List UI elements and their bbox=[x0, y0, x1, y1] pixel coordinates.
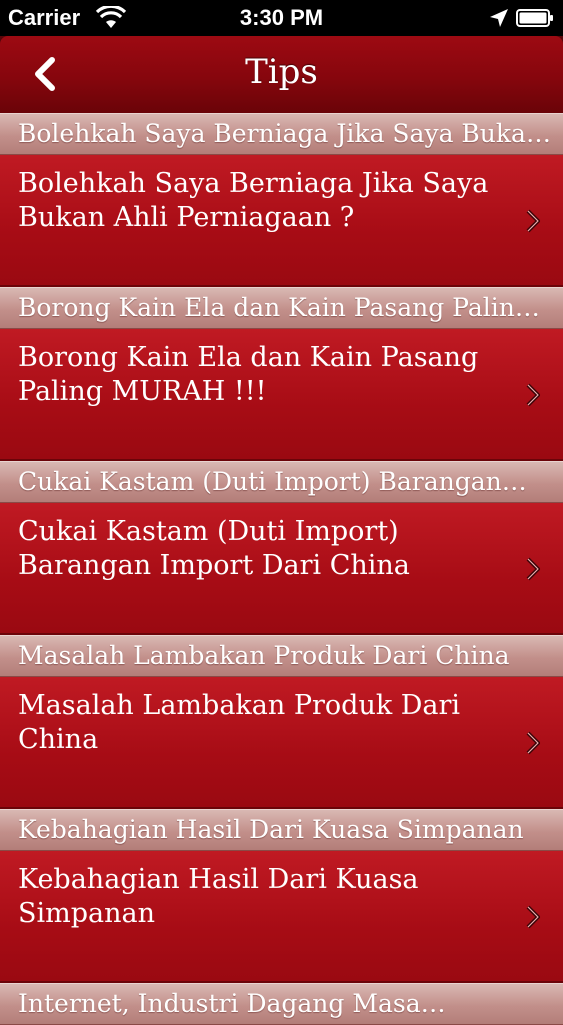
location-arrow-icon bbox=[490, 9, 508, 27]
list-item-label: Cukai Kastam (Duti Import) Barangan Impo… bbox=[18, 516, 410, 581]
status-bar: Carrier 3:30 PM bbox=[0, 0, 563, 36]
navigation-bar: Tips bbox=[0, 36, 563, 113]
section-header: Masalah Lambakan Produk Dari China bbox=[0, 635, 563, 677]
list-item-label: Bolehkah Saya Berniaga Jika Saya Bukan A… bbox=[18, 168, 489, 233]
list-item-label: Borong Kain Ela dan Kain Pasang Paling M… bbox=[18, 342, 479, 407]
list-item[interactable]: Bolehkah Saya Berniaga Jika Saya Bukan A… bbox=[0, 155, 563, 287]
section-header: Cukai Kastam (Duti Import) Barangan… bbox=[0, 461, 563, 503]
list-item-label: Masalah Lambakan Produk Dari China bbox=[18, 690, 461, 755]
list-item[interactable]: Masalah Lambakan Produk Dari China bbox=[0, 677, 563, 809]
chevron-right-icon bbox=[526, 731, 540, 755]
status-time: 3:30 PM bbox=[239, 5, 324, 30]
section-header: Borong Kain Ela dan Kain Pasang Palin… bbox=[0, 287, 563, 329]
chevron-right-icon bbox=[526, 209, 540, 233]
chevron-right-icon bbox=[526, 557, 540, 581]
section-header: Internet, Industri Dagang Masa… bbox=[0, 983, 563, 1025]
list-item[interactable]: Cukai Kastam (Duti Import) Barangan Impo… bbox=[0, 503, 563, 635]
chevron-right-icon bbox=[526, 905, 540, 929]
tips-list: Bolehkah Saya Berniaga Jika Saya Buka… B… bbox=[0, 113, 563, 1025]
chevron-right-icon bbox=[526, 383, 540, 407]
list-item[interactable]: Borong Kain Ela dan Kain Pasang Paling M… bbox=[0, 329, 563, 461]
section-header: Bolehkah Saya Berniaga Jika Saya Buka… bbox=[0, 113, 563, 155]
page-title: Tips bbox=[245, 52, 318, 92]
battery-icon bbox=[516, 9, 553, 27]
section-header: Kebahagian Hasil Dari Kuasa Simpanan bbox=[0, 809, 563, 851]
list-item-label: Kebahagian Hasil Dari Kuasa Simpanan bbox=[18, 864, 419, 929]
list-item[interactable]: Kebahagian Hasil Dari Kuasa Simpanan bbox=[0, 851, 563, 983]
